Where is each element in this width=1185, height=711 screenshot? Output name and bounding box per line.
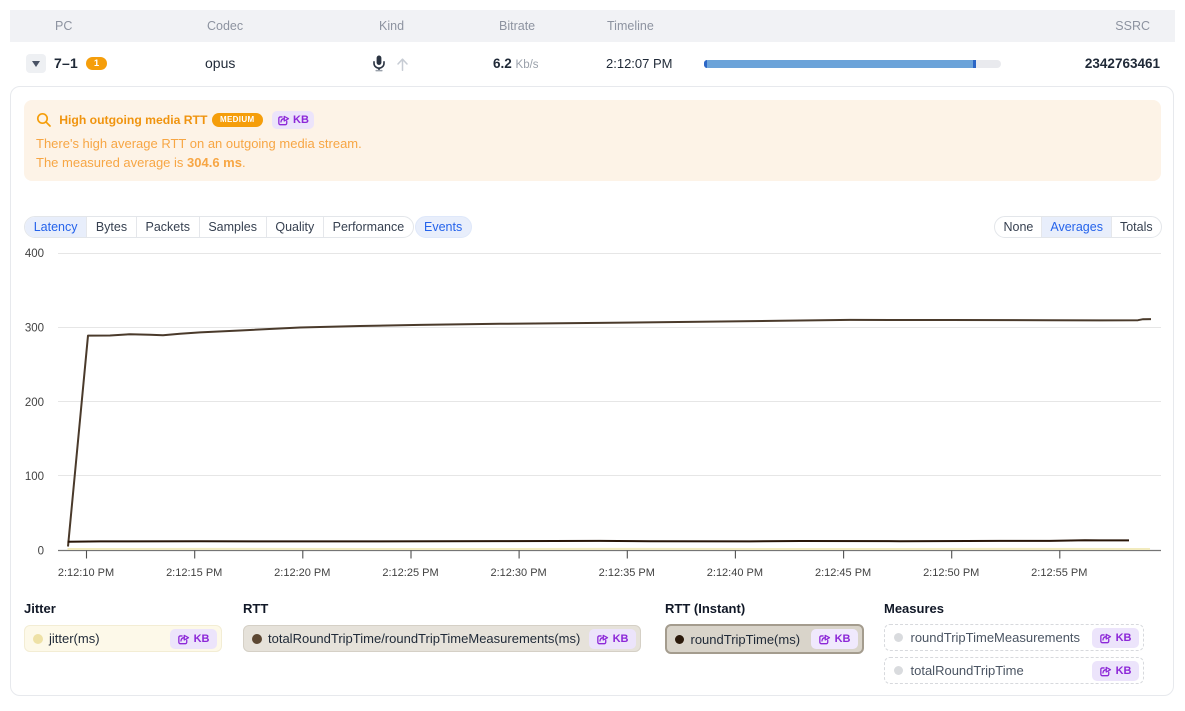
svg-text:2:12:50 PM: 2:12:50 PM	[923, 567, 979, 579]
svg-text:200: 200	[25, 397, 44, 409]
svg-text:2:12:30 PM: 2:12:30 PM	[490, 567, 546, 579]
svg-text:300: 300	[25, 322, 44, 334]
svg-text:400: 400	[25, 248, 44, 260]
svg-text:2:12:40 PM: 2:12:40 PM	[707, 567, 763, 579]
svg-text:0: 0	[38, 546, 44, 558]
svg-text:2:12:55 PM: 2:12:55 PM	[1031, 567, 1087, 579]
svg-text:2:12:45 PM: 2:12:45 PM	[815, 567, 871, 579]
svg-text:2:12:20 PM: 2:12:20 PM	[274, 567, 330, 579]
svg-text:2:12:15 PM: 2:12:15 PM	[166, 567, 222, 579]
svg-text:2:12:25 PM: 2:12:25 PM	[382, 567, 438, 579]
svg-text:2:12:35 PM: 2:12:35 PM	[599, 567, 655, 579]
svg-text:100: 100	[25, 471, 44, 483]
svg-text:2:12:10 PM: 2:12:10 PM	[58, 567, 114, 579]
